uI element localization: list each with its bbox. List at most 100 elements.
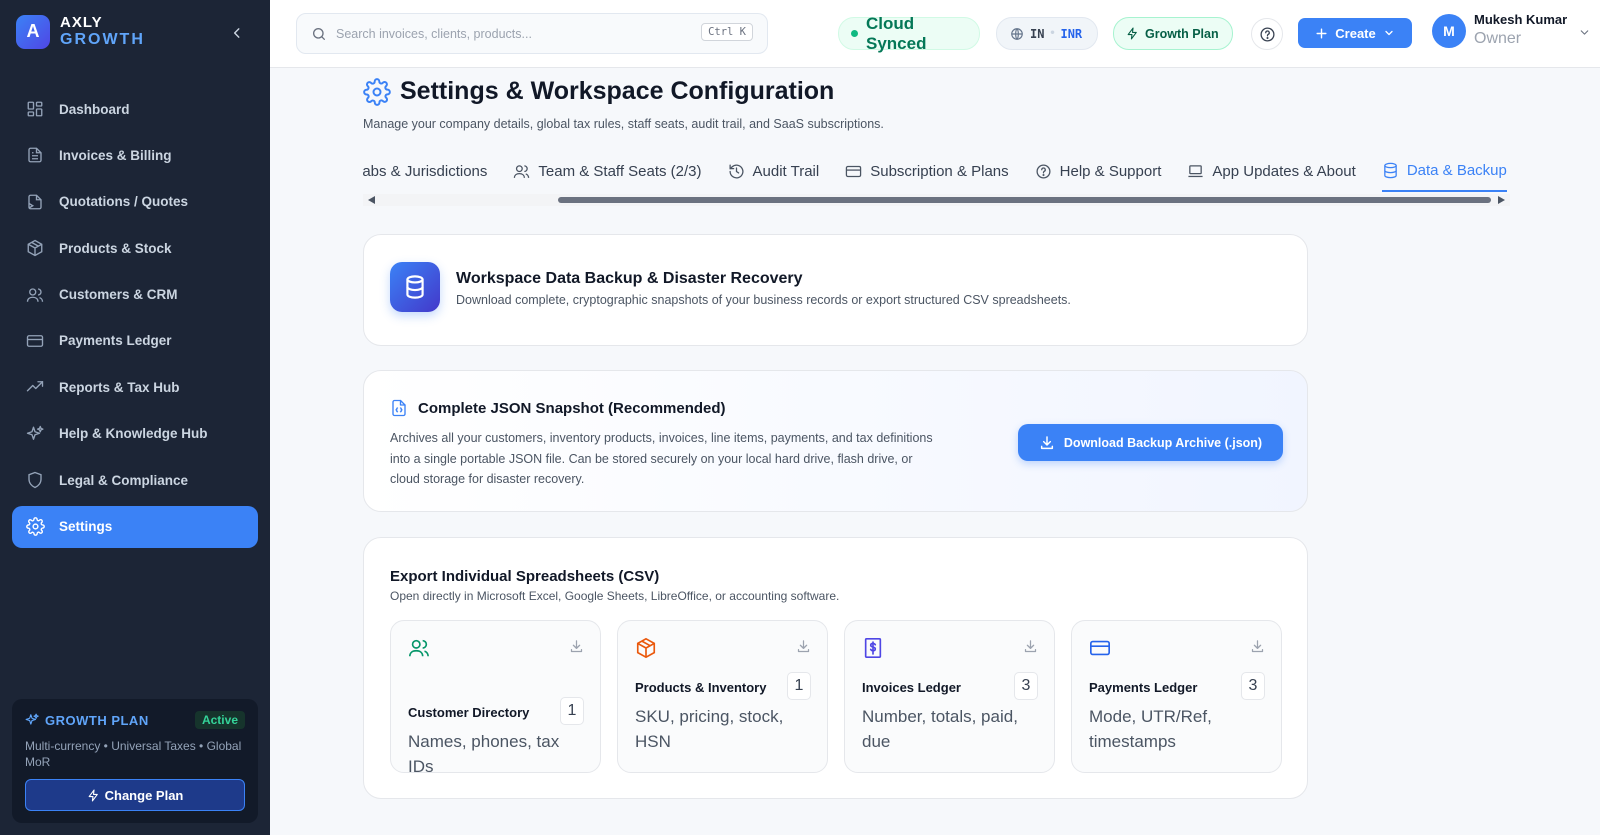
sidebar-item-label: Customers & CRM	[59, 287, 178, 303]
sidebar-nav: Dashboard Invoices & Billing Quotations …	[12, 88, 258, 552]
sidebar-item-dashboard[interactable]: Dashboard	[12, 88, 258, 130]
tab-label: Team & Staff Seats (2/3)	[538, 162, 702, 180]
sidebar-item-label: Help & Knowledge Hub	[59, 426, 208, 442]
sidebar-item-reports[interactable]: Reports & Tax Hub	[12, 366, 258, 408]
csv-description: Open directly in Microsoft Excel, Google…	[390, 589, 840, 603]
download-icon[interactable]	[569, 639, 584, 654]
page-title: Settings & Workspace Configuration	[400, 77, 835, 105]
scroll-left-arrow[interactable]	[368, 196, 375, 204]
plan-pill[interactable]: Growth Plan	[1113, 17, 1233, 50]
status-badge: Active	[194, 711, 245, 729]
tab-label: Help & Support	[1059, 162, 1162, 180]
csv-tile-payments[interactable]: Payments Ledger 3 Mode, UTR/Ref, timesta…	[1071, 620, 1282, 773]
sidebar-item-products[interactable]: Products & Stock	[12, 227, 258, 269]
hero-description: Download complete, cryptographic snapsho…	[456, 293, 1071, 307]
region-currency-pill[interactable]: IN • INR	[996, 17, 1098, 50]
quote-document-icon	[25, 192, 45, 212]
sync-status-text: Cloud Synced	[865, 13, 927, 53]
help-circle-icon	[1259, 26, 1275, 42]
hero-title: Workspace Data Backup & Disaster Recover…	[456, 270, 803, 287]
tab-help-support[interactable]: Help & Support	[1035, 150, 1162, 192]
user-role: Owner	[1474, 29, 1522, 47]
tab-audit-trail[interactable]: Audit Trail	[728, 150, 819, 192]
download-icon	[1039, 435, 1055, 451]
sidebar-item-label: Reports & Tax Hub	[59, 379, 180, 395]
sidebar-item-invoices[interactable]: Invoices & Billing	[12, 134, 258, 176]
download-icon[interactable]	[1023, 639, 1038, 654]
sidebar-item-label: Payments Ledger	[59, 333, 172, 349]
settings-tabs: labs & Jurisdictions Team & Staff Seats …	[363, 150, 1510, 192]
tile-name: Invoices Ledger	[862, 680, 961, 695]
globe-icon	[1010, 27, 1024, 41]
scroll-thumb[interactable]	[558, 197, 1491, 203]
sidebar-item-help[interactable]: Help & Knowledge Hub	[12, 413, 258, 455]
plus-icon	[1315, 27, 1328, 40]
currency-code: INR	[1060, 26, 1083, 41]
brand[interactable]: A AXLY GROWTH	[16, 14, 145, 50]
csv-title: Export Individual Spreadsheets (CSV)	[390, 568, 660, 585]
search-input[interactable]	[336, 26, 686, 41]
card-icon	[1089, 637, 1111, 659]
help-button[interactable]	[1251, 18, 1283, 50]
json-file-icon	[390, 398, 408, 418]
download-icon[interactable]	[796, 639, 811, 654]
box-icon	[635, 637, 657, 659]
change-plan-button[interactable]: Change Plan	[25, 779, 245, 812]
tab-tax-slabs[interactable]: labs & Jurisdictions	[363, 150, 487, 192]
csv-export-card: Export Individual Spreadsheets (CSV) Ope…	[363, 537, 1308, 799]
users-icon	[408, 637, 430, 659]
sidebar-item-label: Settings	[59, 519, 113, 535]
laptop-icon	[1187, 163, 1204, 180]
csv-tile-invoices[interactable]: Invoices Ledger 3 Number, totals, paid, …	[844, 620, 1055, 773]
user-menu[interactable]: M Mukesh Kumar Owner	[1432, 12, 1567, 50]
sidebar-item-customers[interactable]: Customers & CRM	[12, 274, 258, 316]
tile-desc: Mode, UTR/Ref, timestamps	[1089, 707, 1212, 751]
tab-team-staff[interactable]: Team & Staff Seats (2/3)	[513, 150, 702, 192]
tab-label: labs & Jurisdictions	[363, 162, 488, 180]
tile-count: 1	[787, 672, 811, 700]
sidebar-item-payments[interactable]: Payments Ledger	[12, 320, 258, 362]
download-icon[interactable]	[1250, 639, 1265, 654]
users-icon	[513, 163, 530, 180]
status-dot	[851, 30, 858, 37]
sidebar-item-settings[interactable]: Settings	[12, 505, 258, 548]
backup-hero-card: Workspace Data Backup & Disaster Recover…	[363, 234, 1308, 346]
change-plan-label: Change Plan	[104, 787, 184, 803]
scroll-right-arrow[interactable]	[1498, 196, 1505, 204]
csv-tile-customers[interactable]: Customer Directory 1 Names, phones, tax …	[390, 620, 601, 776]
user-name: Mukesh Kumar	[1474, 12, 1568, 27]
sparkles-icon	[25, 713, 39, 727]
tab-subscription[interactable]: Subscription & Plans	[845, 150, 1009, 192]
gear-icon	[363, 77, 391, 106]
chevron-left-icon	[233, 28, 240, 38]
database-icon	[390, 262, 440, 312]
tile-desc: Number, totals, paid, due	[862, 707, 1018, 751]
tab-data-backup[interactable]: Data & Backup	[1381, 150, 1507, 192]
lightning-icon	[87, 789, 100, 802]
users-icon	[25, 285, 45, 305]
json-title-text: Complete JSON Snapshot (Recommended)	[418, 399, 726, 417]
tab-app-updates[interactable]: App Updates & About	[1187, 150, 1356, 192]
sidebar-item-label: Legal & Compliance	[59, 472, 189, 488]
search-box[interactable]: Ctrl K	[296, 13, 768, 54]
sidebar-item-legal[interactable]: Legal & Compliance	[12, 459, 258, 501]
sync-status-pill[interactable]: Cloud Synced	[838, 14, 980, 53]
topbar: Ctrl K Cloud Synced IN • INR Growth Plan…	[270, 0, 1600, 68]
create-button[interactable]: Create	[1298, 18, 1412, 48]
plan-pill-text: Growth Plan	[1145, 26, 1219, 41]
download-backup-button[interactable]: Download Backup Archive (.json)	[1018, 424, 1283, 461]
sidebar-item-quotations[interactable]: Quotations / Quotes	[12, 181, 258, 223]
tabs-scrollbar[interactable]	[363, 194, 1510, 206]
card-icon	[845, 163, 862, 180]
json-snapshot-card: Complete JSON Snapshot (Recommended) Arc…	[363, 370, 1308, 512]
tile-name: Payments Ledger	[1089, 680, 1198, 695]
document-icon	[25, 145, 45, 165]
chevron-down-icon[interactable]	[1578, 26, 1591, 39]
collapse-sidebar-button[interactable]	[226, 22, 248, 44]
avatar: M	[1432, 13, 1466, 48]
card-icon	[25, 331, 45, 351]
help-circle-icon	[1035, 163, 1052, 180]
shield-icon	[25, 470, 45, 490]
csv-tile-products[interactable]: Products & Inventory 1 SKU, pricing, sto…	[617, 620, 828, 773]
sparkles-icon	[25, 424, 45, 444]
